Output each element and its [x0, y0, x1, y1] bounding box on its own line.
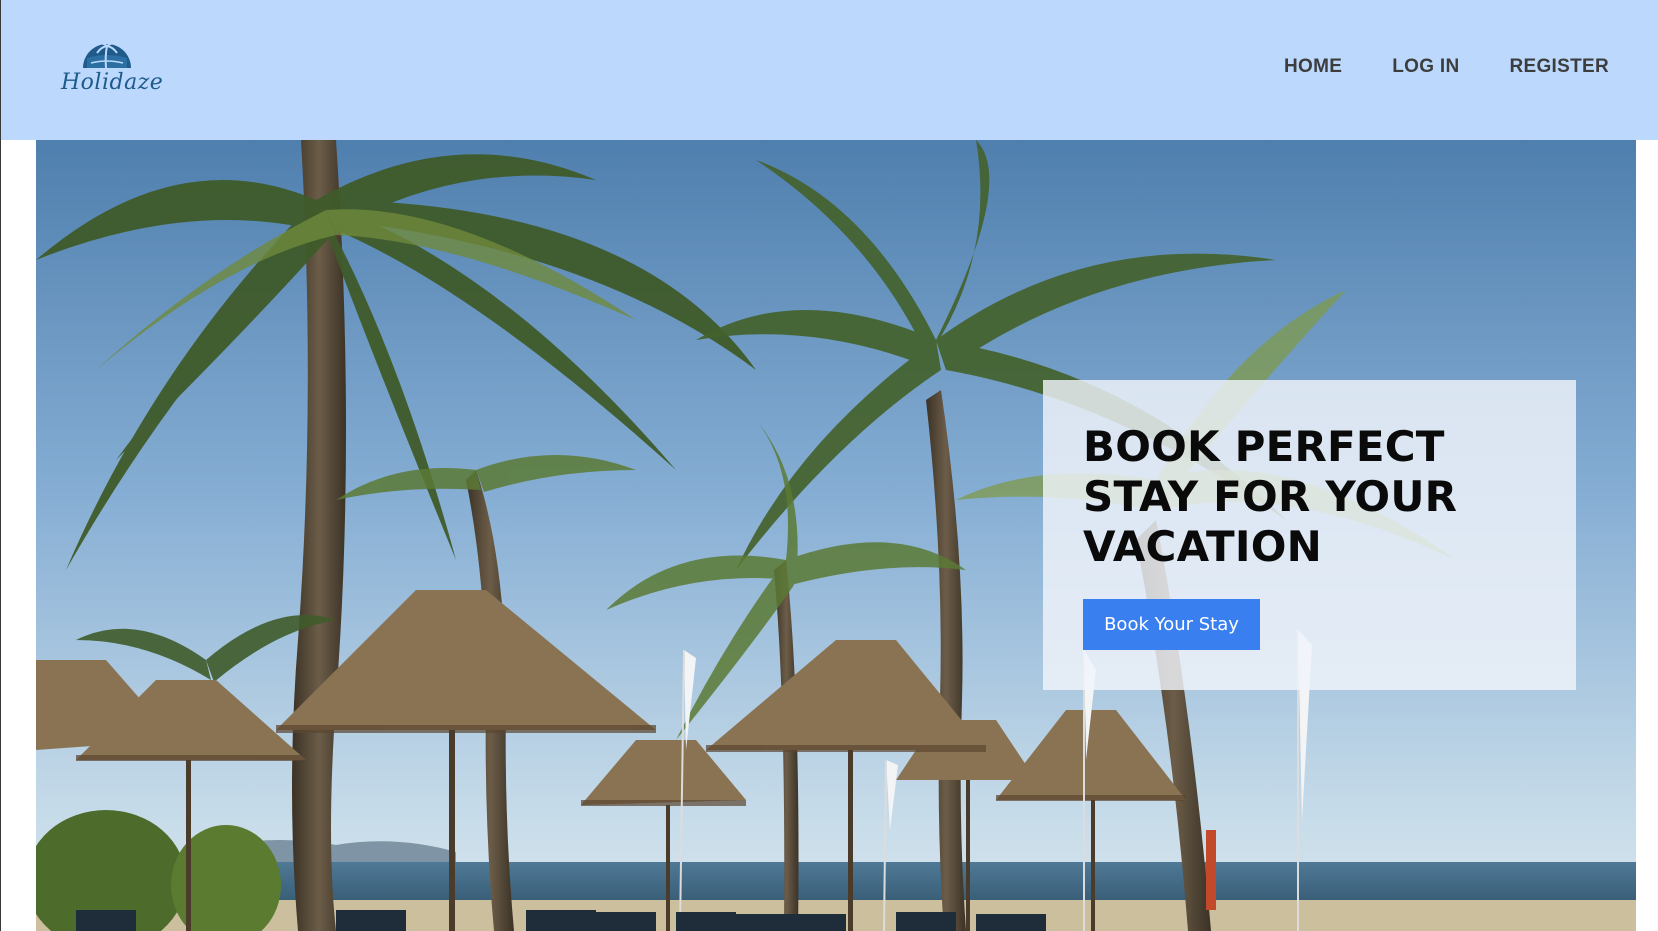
hero-section: BOOK PERFECT STAY FOR YOUR VACATION Book…: [36, 140, 1636, 931]
palm-tree-island-icon: [83, 42, 131, 69]
book-your-stay-button[interactable]: Book Your Stay: [1083, 599, 1260, 650]
hero-title: BOOK PERFECT STAY FOR YOUR VACATION: [1083, 422, 1458, 571]
brand-logo[interactable]: Holidaze: [57, 32, 163, 104]
hero-card: BOOK PERFECT STAY FOR YOUR VACATION Book…: [1043, 380, 1576, 690]
nav-register[interactable]: REGISTER: [1509, 56, 1609, 78]
nav-log-in[interactable]: LOG IN: [1392, 56, 1459, 78]
page: Holidaze HOME LOG IN REGISTER BOOK PERFE…: [0, 0, 1658, 931]
nav-home[interactable]: HOME: [1284, 56, 1342, 78]
brand-name: Holidaze: [61, 70, 164, 95]
main-nav: HOME LOG IN REGISTER: [1284, 56, 1609, 78]
site-header: Holidaze HOME LOG IN REGISTER: [1, 0, 1658, 140]
